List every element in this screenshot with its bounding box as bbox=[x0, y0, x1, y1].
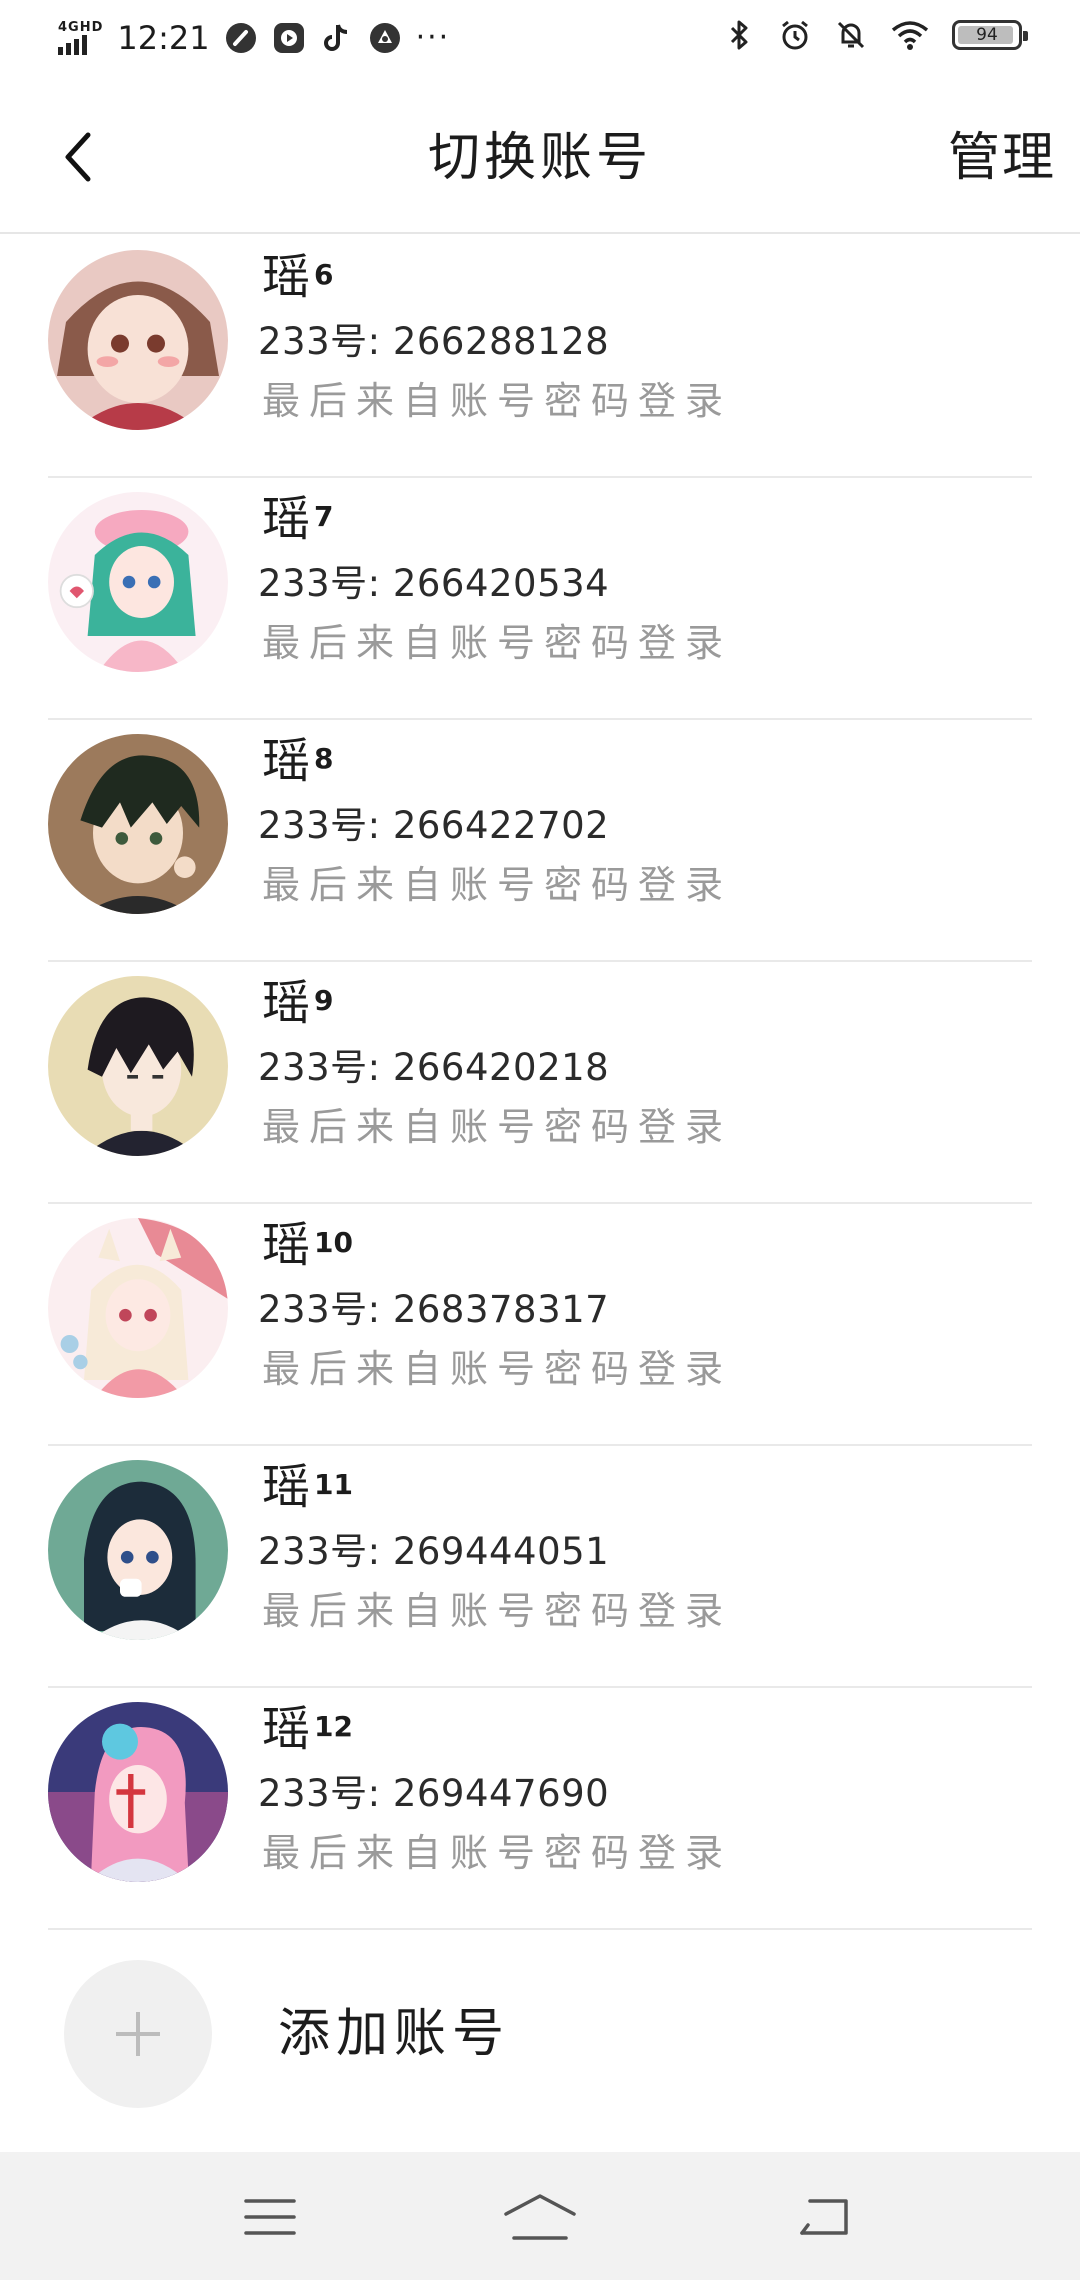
account-name-text: 瑶 bbox=[262, 975, 311, 1031]
account-id: 233号: 269447690 bbox=[258, 1772, 610, 1815]
back-nav-button[interactable] bbox=[784, 2182, 864, 2252]
account-name: 瑶7 bbox=[262, 488, 334, 550]
login-source: 最后来自账号密码登录 bbox=[262, 1589, 733, 1633]
avatar bbox=[48, 1460, 228, 1640]
menu-icon bbox=[244, 2199, 296, 2235]
account-name-text: 瑶 bbox=[262, 1459, 311, 1515]
signal-indicator: 4GHD bbox=[58, 21, 103, 55]
app-notification-icon bbox=[225, 23, 256, 53]
avatar-image bbox=[48, 250, 228, 430]
avatar bbox=[48, 1218, 228, 1398]
avatar bbox=[48, 734, 228, 914]
avatar-image bbox=[48, 1460, 228, 1640]
account-name: 瑶 11 bbox=[262, 1456, 353, 1518]
mute-bell-icon bbox=[837, 21, 865, 49]
page-title: 切换账号 bbox=[427, 128, 652, 188]
account-id: 233号: 266422702 bbox=[258, 804, 610, 847]
account-id: 233号: 269444051 bbox=[258, 1530, 610, 1573]
account-name-text: 瑶 bbox=[262, 733, 311, 789]
avatar-image bbox=[48, 1702, 228, 1882]
avatar-image bbox=[48, 1218, 228, 1398]
account-name-suffix: 11 bbox=[314, 1468, 353, 1501]
network-type-label: 4GHD bbox=[58, 20, 104, 35]
account-item[interactable]: 瑶8 233号: 266422702 最后来自账号密码登录 bbox=[0, 720, 1080, 962]
status-left: 4GHD 12:21 ··· bbox=[58, 18, 450, 58]
tiktok-icon bbox=[323, 24, 347, 51]
avatar bbox=[48, 492, 228, 672]
bluetooth-icon bbox=[730, 20, 748, 50]
account-item[interactable]: 瑶7 233号: 266420534 最后来自账号密码登录 bbox=[0, 478, 1080, 720]
login-source: 最后来自账号密码登录 bbox=[262, 1831, 733, 1875]
account-name: 瑶9 bbox=[262, 972, 334, 1034]
more-notifications-icon: ··· bbox=[415, 20, 451, 55]
account-item[interactable]: 瑶 10 233号: 268378317 最后来自账号密码登录 bbox=[0, 1204, 1080, 1446]
account-name: 瑶 12 bbox=[262, 1698, 353, 1760]
battery-icon: 94 bbox=[952, 20, 1028, 50]
alarm-icon bbox=[782, 20, 808, 50]
account-name-text: 瑶 bbox=[262, 1701, 311, 1757]
status-right: 94 bbox=[722, 18, 1028, 52]
account-name-suffix: 10 bbox=[314, 1226, 353, 1259]
account-item[interactable]: 瑶6 233号: 266288128 最后来自账号密码登录 bbox=[0, 236, 1080, 478]
plus-icon bbox=[116, 2012, 160, 2056]
account-id: 233号: 268378317 bbox=[258, 1288, 610, 1331]
account-name-suffix: 9 bbox=[314, 984, 334, 1017]
back-arrow-icon bbox=[800, 2199, 848, 2235]
system-nav-bar bbox=[0, 2152, 1080, 2280]
account-name-text: 瑶 bbox=[262, 491, 311, 547]
avatar-image bbox=[48, 734, 228, 914]
account-name-suffix: 8 bbox=[314, 742, 334, 775]
account-name-suffix: 7 bbox=[314, 500, 334, 533]
home-button[interactable] bbox=[500, 2182, 580, 2252]
login-source: 最后来自账号密码登录 bbox=[262, 379, 733, 423]
login-source: 最后来自账号密码登录 bbox=[262, 1105, 733, 1149]
add-account-label: 添加账号 bbox=[278, 2004, 511, 2064]
account-name: 瑶6 bbox=[262, 246, 334, 308]
account-item[interactable]: 瑶9 233号: 266420218 最后来自账号密码登录 bbox=[0, 962, 1080, 1204]
account-item[interactable]: 瑶 12 233号: 269447690 最后来自账号密码登录 bbox=[0, 1688, 1080, 1930]
home-icon bbox=[504, 2194, 576, 2240]
avatar-image bbox=[48, 492, 228, 672]
login-source: 最后来自账号密码登录 bbox=[262, 863, 733, 907]
account-name-text: 瑶 bbox=[262, 249, 311, 305]
account-name-suffix: 6 bbox=[314, 258, 334, 291]
avatar-image bbox=[48, 976, 228, 1156]
account-id: 233号: 266288128 bbox=[258, 320, 610, 363]
status-bar: 4GHD 12:21 ··· 94 bbox=[0, 0, 1080, 80]
login-source: 最后来自账号密码登录 bbox=[262, 1347, 733, 1391]
clock: 12:21 bbox=[117, 19, 210, 57]
signal-bars-icon bbox=[58, 35, 87, 55]
manage-button[interactable]: 管理 bbox=[948, 126, 1056, 190]
account-id: 233号: 266420218 bbox=[258, 1046, 610, 1089]
account-name: 瑶 10 bbox=[262, 1214, 353, 1276]
account-name: 瑶8 bbox=[262, 730, 334, 792]
video-app-icon bbox=[273, 23, 304, 53]
account-item[interactable]: 瑶 11 233号: 269444051 最后来自账号密码登录 bbox=[0, 1446, 1080, 1688]
account-list: 瑶6 233号: 266288128 最后来自账号密码登录 瑶7 233号: 2… bbox=[0, 236, 1080, 1930]
wifi-icon bbox=[891, 21, 929, 50]
top-app-bar: 切换账号 管理 bbox=[0, 80, 1080, 234]
avatar bbox=[48, 250, 228, 430]
add-account-button[interactable]: 添加账号 bbox=[0, 1930, 1080, 2130]
login-source: 最后来自账号密码登录 bbox=[262, 621, 733, 665]
chat-app-icon bbox=[369, 23, 400, 53]
account-id: 233号: 266420534 bbox=[258, 562, 610, 605]
battery-level-text: 94 bbox=[976, 25, 998, 45]
account-name-suffix: 12 bbox=[314, 1710, 353, 1743]
account-name-text: 瑶 bbox=[262, 1217, 311, 1273]
menu-button[interactable] bbox=[230, 2182, 310, 2252]
avatar bbox=[48, 976, 228, 1156]
avatar bbox=[48, 1702, 228, 1882]
add-account-circle bbox=[64, 1960, 212, 2108]
